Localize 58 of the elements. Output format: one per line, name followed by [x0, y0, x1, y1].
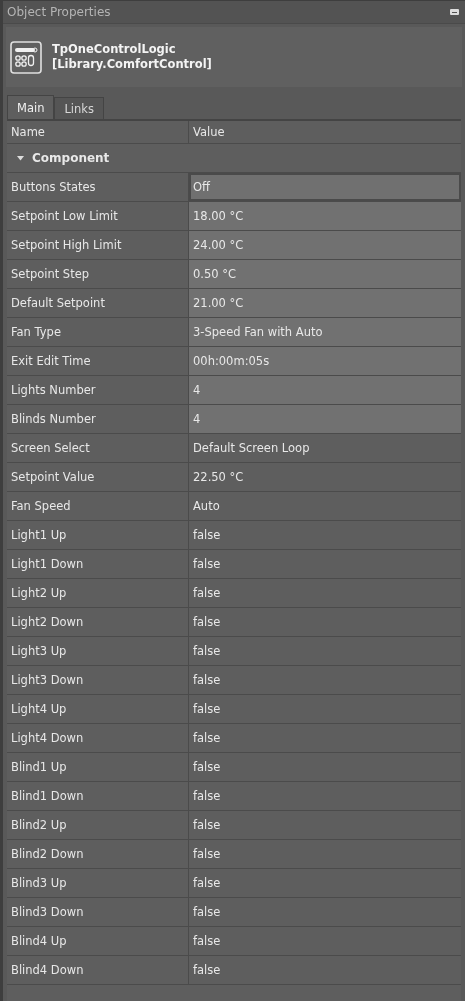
property-name: Blind2 Down: [7, 840, 189, 868]
property-name: Light2 Down: [7, 608, 189, 636]
property-value: false: [192, 614, 222, 631]
property-name: Light3 Down: [7, 666, 189, 694]
property-name: Light1 Up: [7, 521, 189, 549]
property-value: false: [192, 585, 222, 602]
column-header[interactable]: Value: [189, 121, 461, 143]
property-value[interactable]: 00h:00m:05s: [189, 347, 461, 375]
property-value[interactable]: 24.00 °C: [189, 231, 461, 259]
property-name: Screen Select: [7, 434, 189, 462]
property-value: 22.50 °C: [192, 469, 245, 486]
property-name: Blind4 Down: [7, 956, 189, 984]
property-name: Blind4 Up: [7, 927, 189, 955]
property-value[interactable]: 0.50 °C: [189, 260, 461, 288]
object-name: TpOneControlLogic: [52, 42, 177, 57]
property-value: false: [192, 672, 222, 689]
object-type: [Library.ComfortControl]: [52, 57, 212, 72]
property-value: false: [192, 933, 222, 950]
group-label: Component: [32, 151, 110, 165]
property-value: false: [192, 817, 222, 834]
property-name: Light4 Up: [7, 695, 189, 723]
property-value: false: [192, 759, 222, 776]
column-header[interactable]: Name: [7, 121, 189, 143]
property-value: Default Screen Loop: [192, 440, 311, 457]
property-value[interactable]: 4: [189, 405, 461, 433]
panel-title: Object Properties: [7, 5, 111, 19]
property-value[interactable]: 21.00 °C: [189, 289, 461, 317]
property-value: false: [192, 904, 222, 921]
property-value: false: [192, 527, 222, 544]
property-value[interactable]: Off: [189, 173, 461, 201]
property-value: false: [192, 701, 222, 718]
property-name: Blind1 Up: [7, 753, 189, 781]
property-value: false: [192, 730, 222, 747]
property-name: Blind3 Down: [7, 898, 189, 926]
property-name: Blind1 Down: [7, 782, 189, 810]
property-value[interactable]: 4: [189, 376, 461, 404]
property-value: false: [192, 846, 222, 863]
property-value: false: [192, 962, 222, 979]
property-value[interactable]: 3-Speed Fan with Auto: [189, 318, 461, 346]
property-name: Light3 Up: [7, 637, 189, 665]
property-name: Blind2 Up: [7, 811, 189, 839]
property-value: false: [192, 788, 222, 805]
property-value: Auto: [192, 498, 221, 515]
property-value: false: [192, 643, 222, 660]
property-name: Fan Speed: [7, 492, 189, 520]
property-name: Light2 Up: [7, 579, 189, 607]
property-name: Light1 Down: [7, 550, 189, 578]
tab[interactable]: Links: [54, 97, 104, 119]
property-name: Light4 Down: [7, 724, 189, 752]
keypad-icon: [10, 40, 42, 74]
tab[interactable]: Main: [7, 95, 55, 119]
property-name: Setpoint Value: [7, 463, 189, 491]
collapse-icon[interactable]: [17, 155, 24, 161]
property-value[interactable]: 18.00 °C: [189, 202, 461, 230]
property-value: false: [192, 556, 222, 573]
maximize-icon[interactable]: [450, 9, 459, 15]
property-name: Blind3 Up: [7, 869, 189, 897]
property-value: false: [192, 875, 222, 892]
